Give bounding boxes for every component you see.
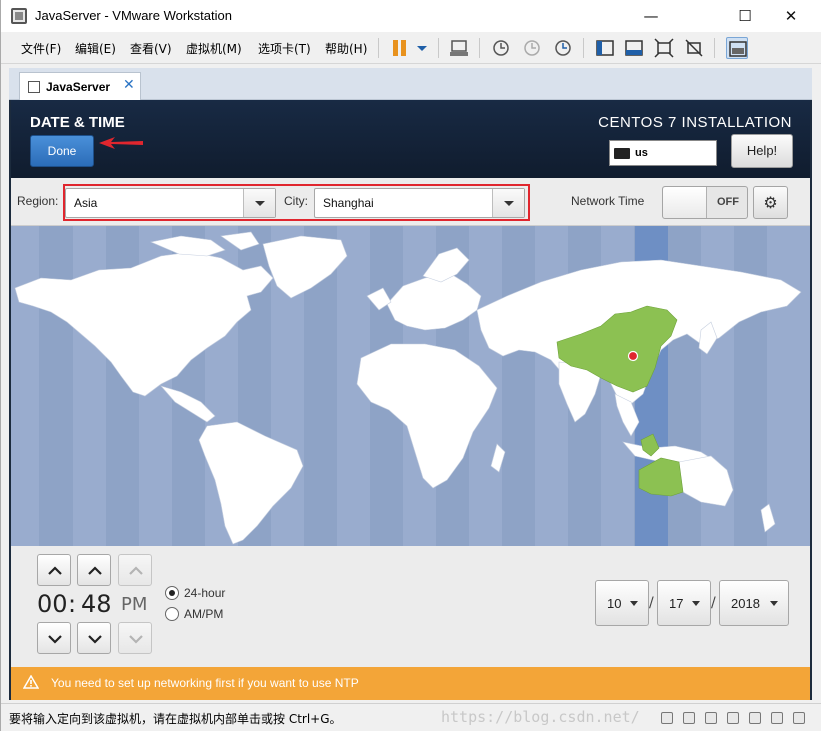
hours-up-button[interactable] — [37, 554, 71, 586]
menu-vm[interactable]: 虚拟机(M) — [186, 40, 242, 57]
vm-tab-bar: JavaServer ✕ — [9, 68, 812, 101]
format-ampm-radio[interactable] — [165, 607, 179, 621]
installation-title: CENTOS 7 INSTALLATION — [598, 114, 792, 131]
chevron-down-icon — [770, 601, 778, 606]
month-value: 10 — [607, 596, 622, 611]
display-icon[interactable] — [793, 712, 805, 724]
ampm-up-button[interactable] — [118, 554, 152, 586]
toggle-state: OFF — [717, 196, 739, 208]
hard-disk-icon[interactable] — [661, 712, 673, 724]
window-title: JavaServer - VMware Workstation — [35, 8, 232, 23]
world-map-svg[interactable] — [11, 226, 810, 546]
minutes-down-button[interactable] — [77, 622, 111, 654]
minutes-value: 48 — [81, 590, 112, 618]
console-view-icon[interactable] — [623, 37, 645, 59]
menu-file[interactable]: 文件(F) — [21, 40, 61, 57]
toolbar-separator — [378, 38, 379, 58]
watermark-text: https://blog.csdn.net/ — [441, 708, 640, 726]
status-bar: 要将输入定向到该虚拟机，请在虚拟机内部单击或按 Ctrl+G。 https://… — [1, 703, 821, 731]
date-separator: / — [711, 595, 716, 611]
menu-help[interactable]: 帮助(H) — [325, 40, 367, 57]
printer-icon[interactable] — [771, 712, 783, 724]
hours-down-button[interactable] — [37, 622, 71, 654]
cd-drive-icon[interactable] — [683, 712, 695, 724]
vm-tab-icon — [28, 81, 40, 93]
help-button[interactable]: Help! — [731, 134, 793, 168]
vm-console[interactable]: DATE & TIME CENTOS 7 INSTALLATION Done u… — [9, 100, 812, 700]
right-frame — [812, 100, 821, 703]
snapshot-icon[interactable] — [490, 37, 512, 59]
chevron-down-icon — [692, 601, 700, 606]
thumbnail-view-icon[interactable] — [726, 37, 748, 59]
installer-header: DATE & TIME CENTOS 7 INSTALLATION Done u… — [11, 100, 810, 178]
keyboard-icon — [614, 148, 630, 159]
ntp-settings-button[interactable]: ⚙ — [753, 186, 788, 219]
done-button[interactable]: Done — [30, 135, 94, 167]
keyboard-layout: us — [635, 147, 648, 159]
fullscreen-icon[interactable] — [653, 37, 675, 59]
city-pin-icon[interactable] — [627, 350, 639, 362]
annotation-arrow-icon — [99, 137, 143, 149]
send-ctrl-alt-del-icon[interactable] — [448, 37, 470, 59]
year-value: 2018 — [731, 596, 760, 611]
unity-icon[interactable] — [683, 37, 705, 59]
format-ampm-label: AM/PM — [184, 607, 224, 621]
ampm-down-button[interactable] — [118, 622, 152, 654]
network-time-toggle[interactable]: OFF — [662, 186, 748, 219]
format-24hour-radio[interactable] — [165, 586, 179, 600]
power-dropdown-icon[interactable] — [411, 37, 433, 59]
tab-javaserver[interactable]: JavaServer ✕ — [19, 72, 141, 101]
day-combo[interactable]: 17 — [657, 580, 711, 626]
timezone-map[interactable] — [11, 226, 810, 546]
date-separator: / — [649, 595, 654, 611]
left-frame — [1, 100, 9, 703]
menu-tabs[interactable]: 选项卡(T) — [258, 40, 311, 57]
month-combo[interactable]: 10 — [595, 580, 649, 626]
network-adapter-icon[interactable] — [705, 712, 717, 724]
status-text: 要将输入定向到该虚拟机，请在虚拟机内部单击或按 Ctrl+G。 — [9, 712, 342, 726]
ampm-value: PM — [121, 594, 148, 615]
library-view-icon[interactable] — [594, 37, 616, 59]
format-24hour-label: 24-hour — [184, 586, 226, 600]
minutes-up-button[interactable] — [77, 554, 111, 586]
pause-icon[interactable] — [389, 37, 411, 59]
sound-icon[interactable] — [749, 712, 761, 724]
vmware-app-icon — [11, 8, 27, 24]
tab-close-icon[interactable]: ✕ — [123, 77, 135, 93]
region-label: Region: — [17, 194, 59, 208]
warning-text: You need to set up networking first if y… — [51, 676, 359, 690]
title-bar: JavaServer - VMware Workstation — ☐ ✕ — [1, 0, 821, 32]
keyboard-layout-indicator[interactable]: us — [609, 140, 717, 166]
toggle-knob — [663, 187, 707, 218]
hours-value: 00 — [37, 590, 68, 618]
menu-view[interactable]: 查看(V) — [130, 40, 172, 57]
gear-icon: ⚙ — [763, 193, 778, 212]
menu-edit[interactable]: 编辑(E) — [75, 40, 116, 57]
tab-label: JavaServer — [46, 80, 111, 94]
close-button[interactable]: ✕ — [768, 0, 814, 32]
maximize-button[interactable]: ☐ — [722, 0, 768, 32]
time-separator: : — [68, 590, 77, 618]
highlight-box — [63, 184, 530, 221]
chevron-down-icon — [630, 601, 638, 606]
year-combo[interactable]: 2018 — [719, 580, 789, 626]
revert-snapshot-icon[interactable] — [521, 37, 543, 59]
network-time-label: Network Time — [571, 194, 645, 208]
minimize-button[interactable]: — — [628, 0, 674, 32]
menu-bar: 文件(F) 编辑(E) 查看(V) 虚拟机(M) 选项卡(T) 帮助(H) — [1, 32, 821, 64]
warning-icon — [23, 675, 39, 689]
warning-bar: You need to set up networking first if y… — [11, 667, 810, 700]
day-value: 17 — [669, 596, 684, 611]
usb-icon[interactable] — [727, 712, 739, 724]
vmware-window: JavaServer - VMware Workstation — ☐ ✕ 文件… — [0, 0, 821, 731]
page-title: DATE & TIME — [30, 114, 125, 131]
snapshot-manager-icon[interactable] — [552, 37, 574, 59]
